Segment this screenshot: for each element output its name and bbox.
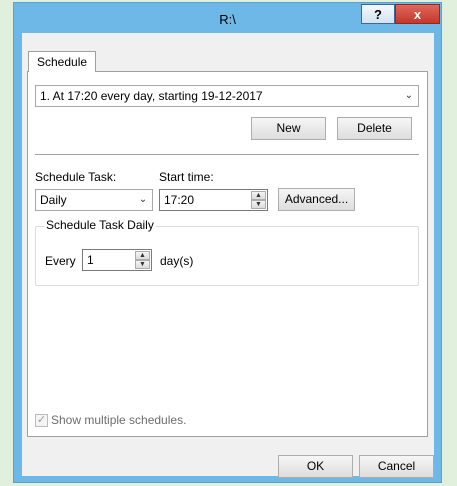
every-days-field[interactable]: 1 ▲ ▼ [82,249,152,271]
close-icon: x [413,6,422,22]
tab-schedule[interactable]: Schedule [28,51,97,72]
title-bar[interactable]: R:\ ? x [14,3,441,33]
dialog-window: R:\ ? x Schedule 1. At 17:20 every day, … [13,2,442,483]
close-button[interactable]: x [395,4,440,24]
dialog-client-area: Schedule 1. At 17:20 every day, starting… [22,33,434,478]
start-time-value: 17:20 [164,193,195,207]
spin-up-icon[interactable]: ▲ [251,191,266,200]
schedule-task-daily-label: Schedule Task Daily [44,218,156,232]
schedule-task-dropdown[interactable]: Daily ⌄ [35,189,153,211]
delete-button[interactable]: Delete [337,117,412,140]
chevron-down-icon: ⌄ [404,90,414,101]
chevron-down-icon: ⌄ [138,194,148,205]
days-unit-label: day(s) [160,254,194,268]
start-time-label: Start time: [159,170,214,184]
checkmark-icon: ✓ [36,414,47,426]
start-time-field[interactable]: 17:20 ▲ ▼ [159,189,268,211]
every-label: Every [45,254,76,268]
section-divider [35,154,419,156]
every-days-value: 1 [87,253,94,267]
spin-down-icon[interactable]: ▼ [135,260,150,269]
show-multiple-checkbox[interactable]: ✓ [35,414,48,427]
cancel-button[interactable]: Cancel [359,455,434,478]
advanced-button[interactable]: Advanced... [278,188,355,211]
every-days-spinner: ▲ ▼ [135,251,150,269]
spin-up-icon[interactable]: ▲ [135,251,150,260]
ok-button[interactable]: OK [278,455,353,478]
schedule-task-value: Daily [40,193,67,207]
schedule-tab-panel: 1. At 17:20 every day, starting 19-12-20… [27,71,428,437]
new-button[interactable]: New [251,117,326,140]
schedule-list-dropdown[interactable]: 1. At 17:20 every day, starting 19-12-20… [35,85,419,107]
show-multiple-label: Show multiple schedules. [51,413,187,427]
schedule-task-label: Schedule Task: [35,170,117,184]
schedule-list-value: 1. At 17:20 every day, starting 19-12-20… [40,89,263,103]
help-icon: ? [374,6,382,22]
spin-down-icon[interactable]: ▼ [251,200,266,209]
start-time-spinner: ▲ ▼ [251,191,266,209]
help-button[interactable]: ? [361,4,395,24]
